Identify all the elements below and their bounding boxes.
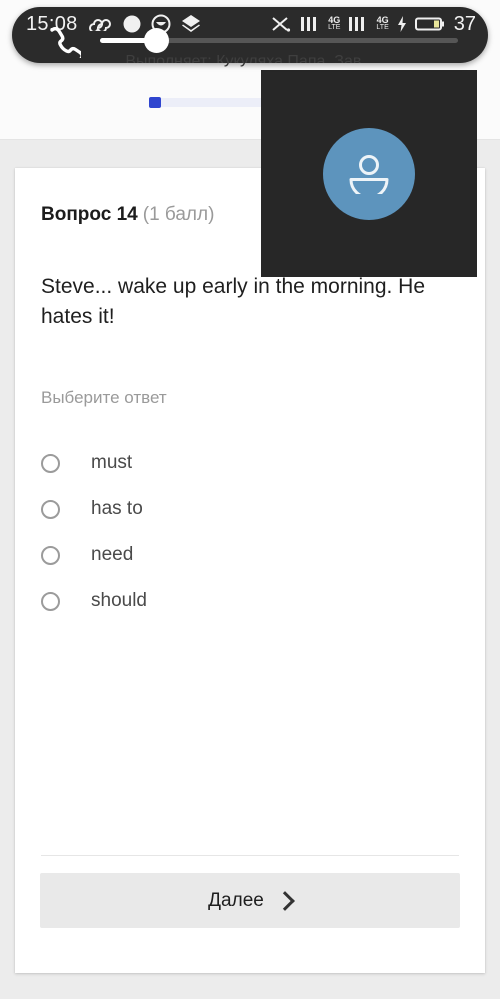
charging-bolt-icon bbox=[397, 16, 406, 32]
answer-option-has-to[interactable]: has to bbox=[41, 486, 441, 532]
radio-icon[interactable] bbox=[41, 545, 60, 565]
person-avatar-icon bbox=[349, 154, 389, 194]
status-bar-right: 4G LTE 4G LTE 37 bbox=[270, 10, 476, 38]
radio-icon[interactable] bbox=[41, 591, 60, 611]
card-divider bbox=[41, 855, 459, 856]
question-points: (1 балл) bbox=[142, 204, 215, 225]
status-pill[interactable]: 15:08 4G LTE 4G LTE 37 Выполняет: Кукуля… bbox=[12, 7, 488, 63]
question-text: Steve... wake up early in the morning. H… bbox=[41, 275, 426, 328]
battery-percent: 37 bbox=[453, 12, 476, 35]
filled-circle-icon bbox=[123, 15, 141, 33]
answer-option-label: should bbox=[91, 590, 147, 611]
question-card: Вопрос 14 (1 балл) Steve... wake up early… bbox=[15, 168, 485, 973]
answer-options: must has to need should bbox=[41, 440, 441, 624]
layers-diamond-icon bbox=[181, 15, 200, 32]
signal-bars-icon bbox=[301, 17, 317, 31]
infinity-icon bbox=[88, 19, 111, 31]
question-heading: Вопрос 14 (1 балл) bbox=[41, 204, 214, 226]
call-overlay-panel[interactable] bbox=[261, 70, 477, 277]
choose-answer-label: Выберите ответ bbox=[41, 388, 167, 407]
network-type-1: 4G LTE bbox=[328, 15, 341, 32]
avatar bbox=[323, 127, 415, 220]
answer-option-label: has to bbox=[91, 498, 143, 519]
answer-option-need[interactable]: need bbox=[41, 532, 441, 578]
answer-option-must[interactable]: must bbox=[41, 440, 441, 486]
answer-option-label: need bbox=[91, 544, 134, 565]
signal-bars-icon bbox=[349, 17, 365, 31]
battery-icon bbox=[414, 17, 444, 31]
next-button[interactable]: Далее bbox=[40, 873, 460, 928]
status-bar: 15:08 4G LTE 4G LTE 37 bbox=[12, 10, 488, 38]
call-volume-slider[interactable] bbox=[100, 28, 458, 53]
page-root: Выполняет: Кукуляха Папа. Зав... 1 Вопро… bbox=[0, 0, 500, 999]
slider-knob[interactable] bbox=[144, 28, 169, 53]
radio-icon[interactable] bbox=[41, 453, 60, 473]
call-caption: Выполняет: Кукуляха Папа. Зав... bbox=[125, 53, 375, 63]
question-number: Вопрос 14 bbox=[41, 204, 138, 225]
network-type-2: 4G LTE bbox=[376, 15, 389, 32]
chevron-right-icon bbox=[274, 891, 295, 911]
answer-option-should[interactable]: should bbox=[41, 578, 441, 624]
next-button-label: Далее bbox=[208, 889, 264, 911]
progress-fill bbox=[149, 96, 162, 108]
radio-icon[interactable] bbox=[41, 499, 60, 519]
answer-option-label: must bbox=[91, 452, 133, 473]
silent-mute-icon bbox=[272, 17, 291, 32]
